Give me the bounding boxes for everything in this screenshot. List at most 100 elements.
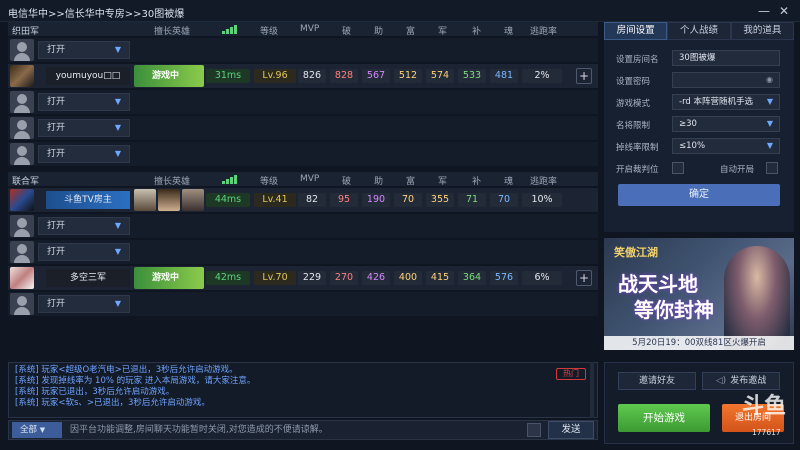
col-jun: 军 xyxy=(438,27,448,37)
add-friend-button[interactable]: + xyxy=(576,270,592,286)
channel-select[interactable]: 全部 ▼ xyxy=(12,422,62,438)
avatar-placeholder-icon xyxy=(10,143,34,165)
character-illustration xyxy=(724,246,790,350)
host-row[interactable]: 斗鱼TV房主 44ms Lv.41 82 95 190 70 355 71 70… xyxy=(8,188,598,212)
douyu-watermark: 斗鱼 xyxy=(742,393,787,419)
stat-jun: 415 xyxy=(426,271,454,285)
ping: 42ms xyxy=(206,271,250,285)
avatar-placeholder-icon xyxy=(10,241,34,263)
chevron-down-icon: ▼ xyxy=(766,97,773,106)
slot-open-select[interactable]: 打开 ▼ xyxy=(38,217,130,235)
room-id-watermark: 177617 xyxy=(752,428,781,437)
stat-mvp: 826 xyxy=(298,69,326,83)
slot-open-select[interactable]: 打开 ▼ xyxy=(38,41,130,59)
col-fu: 富 xyxy=(406,27,416,37)
hot-tag[interactable]: 热门 xyxy=(556,368,586,380)
tab-room-settings[interactable]: 房间设置 xyxy=(604,22,668,40)
stat-escape: 10% xyxy=(522,193,562,207)
mode-select[interactable]: -rd 本阵营随机手选 ▼ xyxy=(672,94,780,110)
avatar xyxy=(10,189,34,211)
banner-slogan-2: 等你封神 xyxy=(634,298,714,322)
add-friend-button[interactable]: + xyxy=(576,68,592,84)
password-input[interactable]: ◉ xyxy=(672,72,780,88)
favorite-heroes xyxy=(134,189,204,211)
fame-select[interactable]: ≥30 ▼ xyxy=(672,116,780,132)
password-label: 设置密码 xyxy=(616,77,651,87)
invite-friends-button[interactable]: 邀请好友 xyxy=(618,372,696,390)
slot-open-select[interactable]: 打开 ▼ xyxy=(38,145,130,163)
slot-open-select[interactable]: 打开 ▼ xyxy=(38,243,130,261)
slot-open-select[interactable]: 打开 ▼ xyxy=(38,295,130,313)
emoji-icon[interactable] xyxy=(527,423,541,437)
tab-personal-record[interactable]: 个人战绩 xyxy=(667,22,731,40)
team-alliance: 联合军 擅长英雄 等级 MVP 破 助 富 军 补 魂 逃跑率 斗鱼TV房主 4… xyxy=(8,172,598,316)
minimize-button[interactable]: — xyxy=(756,3,772,19)
col-level: 等级 xyxy=(260,27,279,37)
mode-row: 游戏模式 -rd 本阵营随机手选 ▼ xyxy=(614,94,782,110)
empty-slot: 打开 ▼ xyxy=(8,90,598,114)
judge-label: 开启裁判位 xyxy=(616,165,659,175)
team-name: 织田军 xyxy=(12,27,40,37)
player-row[interactable]: 多空三军 游戏中 42ms Lv.70 229 270 426 400 415 … xyxy=(8,266,598,290)
hero-icon xyxy=(158,189,180,211)
col-bu: 补 xyxy=(472,27,482,37)
level: Lv.41 xyxy=(254,193,296,207)
room-name-input[interactable]: 30图被爆 xyxy=(672,50,780,66)
chat-input[interactable]: 因平台功能调整,房间聊天功能暂时关闭,对您造成的不便请谅解。 xyxy=(66,422,522,438)
auto-start-checkbox[interactable] xyxy=(766,162,778,174)
send-button[interactable]: 发送 xyxy=(548,421,594,439)
chevron-down-icon: ▼ xyxy=(114,97,121,106)
stat-zhu: 190 xyxy=(362,193,390,207)
drop-label: 掉线率限制 xyxy=(616,143,659,153)
drop-select[interactable]: ≤10% ▼ xyxy=(672,138,780,154)
eye-icon[interactable]: ◉ xyxy=(766,73,773,87)
judge-checkbox[interactable] xyxy=(672,162,684,174)
hero-icon xyxy=(134,189,156,211)
ping: 44ms xyxy=(206,193,250,207)
empty-slot: 打开 ▼ xyxy=(8,214,598,238)
slot-open-select[interactable]: 打开 ▼ xyxy=(38,119,130,137)
chevron-down-icon: ▼ xyxy=(39,426,46,434)
col-level: 等级 xyxy=(260,177,279,187)
col-po: 破 xyxy=(342,27,352,37)
stat-fu: 512 xyxy=(394,69,422,83)
ad-banner[interactable]: 笑傲江湖 战天斗地 等你封神 5月20日19：00双线81区火爆开启 xyxy=(604,238,794,350)
avatar-placeholder-icon xyxy=(10,215,34,237)
chevron-down-icon: ▼ xyxy=(114,221,121,230)
col-fu: 富 xyxy=(406,177,416,187)
close-button[interactable]: ✕ xyxy=(776,3,792,19)
col-hero: 擅长英雄 xyxy=(154,27,191,37)
confirm-button[interactable]: 确定 xyxy=(618,184,780,206)
chevron-down-icon: ▼ xyxy=(114,45,121,54)
chevron-down-icon: ▼ xyxy=(114,247,121,256)
stat-po: 270 xyxy=(330,271,358,285)
team-oda: 织田军 擅长英雄 等级 MVP 破 助 富 军 补 魂 逃跑率 打开 ▼ youm… xyxy=(8,22,598,166)
slot-open-select[interactable]: 打开 ▼ xyxy=(38,93,130,111)
team-name: 联合军 xyxy=(12,177,40,187)
chat-scrollbar[interactable] xyxy=(590,362,594,418)
banner-footer: 5月20日19：00双线81区火爆开启 xyxy=(604,336,794,350)
in-game-badge: 游戏中 xyxy=(134,65,204,87)
stat-bu: 364 xyxy=(458,271,486,285)
start-game-button[interactable]: 开始游戏 xyxy=(618,404,710,432)
ping: 31ms xyxy=(206,69,250,83)
empty-slot: 打开 ▼ xyxy=(8,38,598,62)
tab-my-items[interactable]: 我的道具 xyxy=(730,22,794,40)
col-mvp: MVP xyxy=(300,24,320,34)
empty-slot: 打开 ▼ xyxy=(8,142,598,166)
col-po: 破 xyxy=(342,177,352,187)
player-row[interactable]: youmuyou□□ 游戏中 31ms Lv.96 826 828 567 51… xyxy=(8,64,598,88)
avatar xyxy=(10,65,34,87)
stat-fu: 70 xyxy=(394,193,422,207)
avatar-placeholder-icon xyxy=(10,117,34,139)
stat-po: 828 xyxy=(330,69,358,83)
stat-bu: 533 xyxy=(458,69,486,83)
stat-hun: 481 xyxy=(490,69,518,83)
player-name: 多空三军 xyxy=(46,269,130,287)
avatar-placeholder-icon xyxy=(10,39,34,61)
stat-hun: 576 xyxy=(490,271,518,285)
in-game-badge: 游戏中 xyxy=(134,267,204,289)
avatar xyxy=(10,267,34,289)
empty-slot: 打开 ▼ xyxy=(8,292,598,316)
chat-line: [系统] 玩家已退出，3秒后允许启动游戏。 xyxy=(15,387,175,397)
